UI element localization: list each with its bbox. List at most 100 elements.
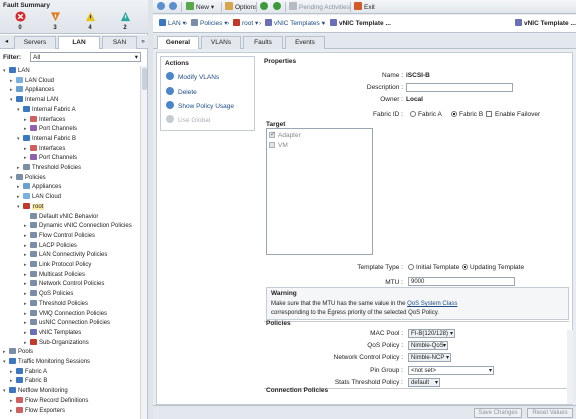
save-changes-button[interactable]: Save Changes [474, 408, 522, 418]
tree-fabric-b[interactable]: ▸ Fabric B [10, 377, 47, 387]
breadcrumb-separator: › [259, 20, 262, 27]
tree-usnic-connection-policies[interactable]: ▸ usNIC Connection Policies [24, 319, 110, 329]
tree-flow-record-definitions[interactable]: ▸ Flow Record Definitions [10, 396, 88, 407]
tab-general[interactable]: General [157, 36, 199, 49]
tree-dynamic-vnic-connection-policies[interactable]: ▸ Dynamic vNIC Connection Policies [24, 222, 132, 232]
description-input[interactable] [406, 83, 513, 92]
tab-lan[interactable]: LAN [58, 36, 100, 49]
page-title: vNIC Template ... [515, 19, 576, 29]
filter-select[interactable]: All [30, 52, 141, 62]
tree-node-label: Sub-Organizations [39, 339, 89, 346]
tree-vmq-connection-policies[interactable]: ▸ VMQ Connection Policies [24, 309, 108, 320]
enable-failover-checkbox[interactable]: Enable Failover [486, 111, 540, 118]
target-adapter[interactable]: ✓ Adapter [269, 131, 301, 141]
tree-lan-connectivity-policies[interactable]: ▸ LAN Connectivity Policies [24, 251, 107, 261]
tree-interfaces[interactable]: ▸ Interfaces [24, 144, 65, 155]
tab-events[interactable]: Events [285, 36, 325, 49]
info-button[interactable] [273, 2, 283, 12]
fabric-a-radio[interactable]: Fabric A [410, 111, 442, 118]
description-label: Description : [366, 84, 403, 91]
reset-values-button[interactable]: Reset Values [527, 408, 573, 418]
help-icon [260, 2, 268, 10]
tree-internal-fabric-a[interactable]: ▾ Internal Fabric A [17, 105, 76, 116]
tab-prev-arrow[interactable]: ◂ [2, 36, 11, 49]
minor-fault[interactable]: 4 [83, 11, 97, 31]
panel-splitter[interactable] [148, 0, 153, 419]
content-tab-bar: General VLANs Faults Events [153, 34, 576, 49]
tree-default-vnic-behavior[interactable]: Default vNIC Behavior [24, 212, 98, 223]
tab-san[interactable]: SAN [102, 36, 137, 49]
tree-netflow-monitoring[interactable]: ▾ Netflow Monitoring [3, 387, 68, 397]
pending-activities-button[interactable]: Pending Activities [289, 2, 350, 12]
exit-button[interactable]: Exit [354, 2, 375, 12]
critical-fault[interactable]: 0 [13, 11, 27, 31]
mac-pool-select[interactable]: FI-B(120/128) [408, 329, 455, 338]
updating-template-radio[interactable]: Updating Template [462, 264, 524, 271]
tree-appliances[interactable]: ▸ Appliances [17, 183, 61, 193]
options-button[interactable]: Options [225, 2, 257, 12]
target-vm[interactable]: VM [269, 141, 288, 151]
initial-template-label: Initial Template [416, 264, 460, 271]
target-list[interactable]: ✓ Adapter VM [266, 128, 373, 255]
tree-multicast-policies[interactable]: ▸ Multicast Policies [24, 270, 85, 281]
tree-lan-cloud[interactable]: ▸ LAN Cloud [10, 76, 54, 87]
show-policy-usage-link[interactable]: Show Policy Usage [166, 101, 234, 111]
help-button[interactable] [260, 2, 270, 12]
warning-fault[interactable]: 2 [118, 11, 132, 31]
tree-flow-exporters[interactable]: ▸ Flow Exporters [10, 406, 65, 417]
forward-button[interactable] [169, 2, 179, 12]
tree-lan[interactable]: ▾ LAN [3, 67, 30, 77]
tab-next-arrow[interactable]: » [139, 36, 147, 49]
tree-root[interactable]: ▾ root [17, 202, 45, 213]
scrollbar-thumb[interactable] [142, 68, 147, 90]
tree-scrollbar[interactable] [140, 66, 147, 419]
initial-template-radio[interactable]: Initial Template [408, 264, 459, 271]
tree-node-label: Internal Fabric A [32, 106, 76, 113]
tree-link-protocol-policy[interactable]: ▸ Link Protocol Policy [24, 261, 91, 271]
qos-policy-select[interactable]: Nimble-QoS [408, 341, 448, 350]
mtu-input[interactable]: 9000 [408, 277, 515, 286]
tree-internal-lan[interactable]: ▾ Internal LAN [10, 96, 58, 106]
tree-node-label: vNIC Templates [39, 329, 82, 336]
pin-group-select[interactable]: <not set> [408, 366, 494, 375]
tree-flow-control-policies[interactable]: ▸ Flow Control Policies [24, 231, 95, 242]
tree-lan-cloud[interactable]: ▸ LAN Cloud [17, 193, 61, 203]
policy-usage-icon [166, 101, 174, 109]
tab-vlans[interactable]: VLANs [201, 36, 241, 49]
tree-policies[interactable]: ▾ Policies [10, 173, 46, 184]
tree-sub-organizations[interactable]: ▸ Sub-Organizations [24, 338, 89, 349]
tree-node-icon [23, 134, 30, 141]
new-button[interactable]: New ▾ [186, 2, 214, 12]
delete-link[interactable]: Delete [166, 87, 197, 97]
breadcrumb-root[interactable]: root ▾ [233, 19, 258, 29]
tree-node-label: VMQ Connection Policies [39, 310, 108, 317]
tree-port-channels[interactable]: ▸ Port Channels [24, 154, 77, 164]
breadcrumb-current[interactable]: vNIC Template ... [330, 19, 391, 29]
tree-threshold-policies[interactable]: ▸ Threshold Policies [24, 299, 88, 310]
breadcrumb-vnic-templates[interactable]: vNIC Templates ▾ [265, 19, 325, 29]
breadcrumb-policies[interactable]: Policies ▾ [191, 19, 227, 29]
tree-lacp-policies[interactable]: ▸ LACP Policies [24, 241, 77, 252]
tree-fabric-a[interactable]: ▸ Fabric A [10, 367, 47, 378]
network-control-policy-select[interactable]: Nimble-NCP [408, 353, 451, 362]
tree-pools[interactable]: ▸ Pools [3, 348, 33, 358]
tree-appliances[interactable]: ▸ Appliances [10, 86, 54, 96]
tree-port-channels[interactable]: ▸ Port Channels [24, 125, 77, 135]
tree-internal-fabric-b[interactable]: ▾ Internal Fabric B [17, 134, 76, 145]
tab-servers[interactable]: Servers [14, 36, 56, 49]
major-fault[interactable]: 3 [48, 11, 62, 31]
qos-system-class-link[interactable]: QoS System Class [407, 301, 457, 307]
tree-traffic-monitoring-sessions[interactable]: ▾ Traffic Monitoring Sessions [3, 358, 90, 368]
tree-threshold-policies[interactable]: ▸ Threshold Policies [17, 164, 81, 174]
content-scrollbar[interactable] [567, 330, 573, 404]
stats-threshold-policy-select[interactable]: default [408, 378, 440, 387]
back-button[interactable] [157, 2, 167, 12]
tree-vnic-templates[interactable]: ▸ vNIC Templates [24, 328, 82, 339]
tree-interfaces[interactable]: ▸ Interfaces [24, 115, 65, 126]
modify-vlans-link[interactable]: Modify VLANs [166, 72, 219, 82]
fabric-b-radio[interactable]: Fabric B [451, 111, 483, 118]
breadcrumb-lan[interactable]: LAN ▾ [159, 19, 186, 29]
tree-network-control-policies[interactable]: ▸ Network Control Policies [24, 280, 104, 290]
tab-faults[interactable]: Faults [243, 36, 283, 49]
tree-qos-policies[interactable]: ▸ QoS Policies [24, 290, 73, 300]
